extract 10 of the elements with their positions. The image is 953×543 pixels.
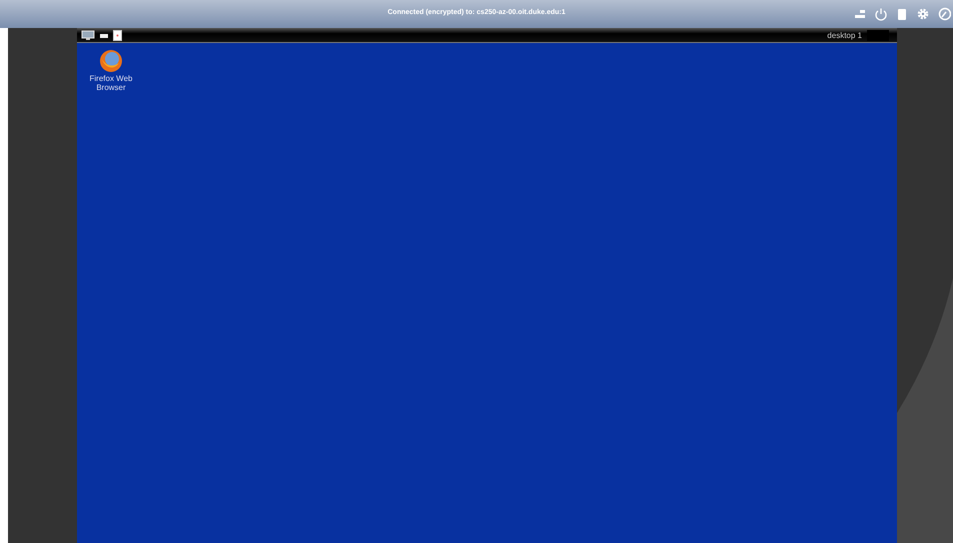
desktop-icon-label[interactable]: Firefox Web Browser	[83, 75, 139, 93]
monitor-icon[interactable]	[81, 30, 95, 40]
clipboard-icon[interactable]	[895, 7, 909, 21]
globe-icon[interactable]	[99, 49, 123, 73]
settings-icon[interactable]	[916, 7, 930, 21]
power-icon[interactable]	[874, 7, 888, 21]
disconnect-icon[interactable]	[937, 7, 951, 21]
workspace-label[interactable]: desktop 1	[827, 30, 862, 40]
redacted-block	[867, 30, 889, 40]
document-icon[interactable]	[113, 30, 122, 40]
